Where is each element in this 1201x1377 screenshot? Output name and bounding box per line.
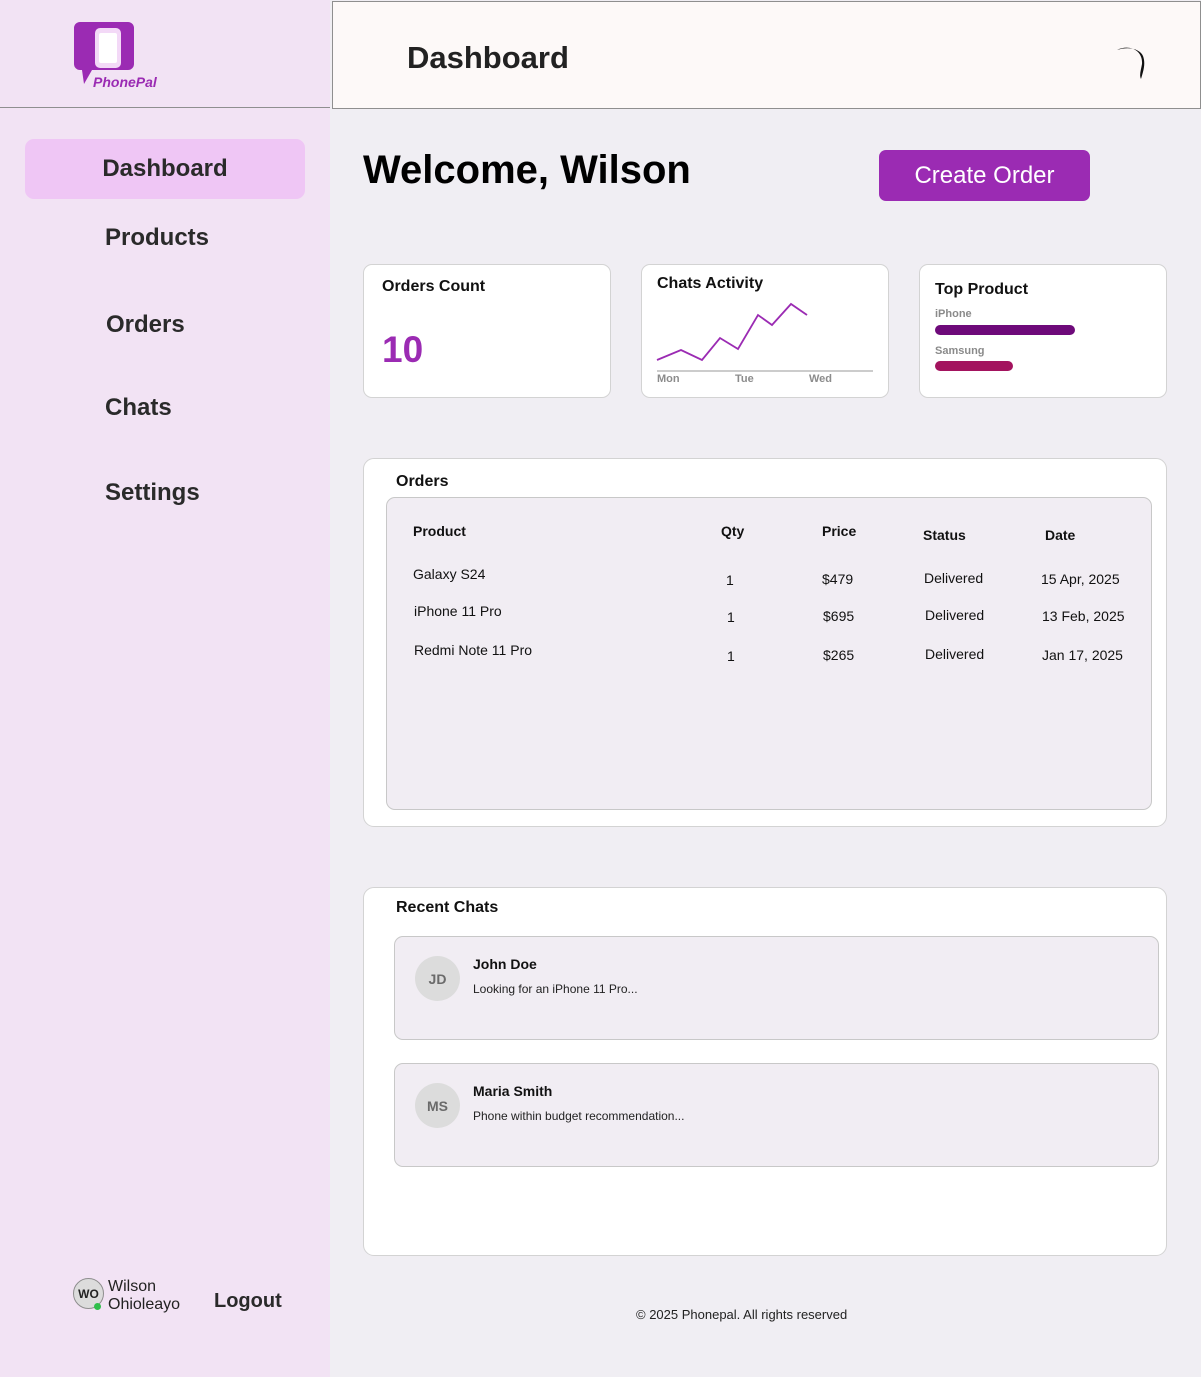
- logout-button[interactable]: Logout: [214, 1290, 282, 1313]
- footer-copyright: © 2025 Phonepal. All rights reserved: [636, 1307, 848, 1322]
- cell-product: Galaxy S24: [413, 566, 486, 582]
- online-status-indicator: [94, 1303, 101, 1310]
- chat-contact-name: Maria Smith: [473, 1083, 553, 1099]
- cell-qty: 1: [727, 648, 735, 664]
- logo-area: PhonePal: [0, 0, 330, 108]
- avatar: JD: [415, 956, 460, 1001]
- top-header: Dashboard: [332, 1, 1201, 109]
- page-title: Dashboard: [407, 40, 569, 75]
- chat-item-maria-smith[interactable]: MS Maria Smith Phone within budget recom…: [394, 1063, 1159, 1167]
- sidebar: PhonePal Dashboard Products Orders Chats…: [0, 0, 330, 1377]
- top-product-title: Top Product: [935, 281, 1029, 298]
- avatar: MS: [415, 1083, 460, 1128]
- cell-date: Jan 17, 2025: [1042, 647, 1123, 663]
- orders-count-card: Orders Count 10: [363, 264, 611, 398]
- bar-label-iphone: iPhone: [935, 308, 972, 320]
- axis-label-mon: Mon: [657, 373, 680, 385]
- cell-price: $265: [823, 647, 855, 663]
- cell-product: iPhone 11 Pro: [414, 603, 502, 619]
- bar-iphone: [935, 325, 1075, 335]
- bar-label-samsung: Samsung: [935, 345, 985, 357]
- cell-status: Delivered: [924, 570, 984, 586]
- moon-icon[interactable]: [1113, 42, 1153, 82]
- orders-panel: Orders Product Qty Price Status Date Gal…: [363, 458, 1167, 827]
- top-product-card: Top Product iPhone Samsung: [919, 264, 1167, 398]
- bar-samsung: [935, 361, 1013, 371]
- cell-price: $695: [823, 608, 855, 624]
- cell-qty: 1: [727, 609, 735, 625]
- chat-item-john-doe[interactable]: JD John Doe Looking for an iPhone 11 Pro…: [394, 936, 1159, 1040]
- column-header-qty: Qty: [721, 523, 745, 539]
- column-header-status: Status: [923, 527, 966, 543]
- sidebar-item-orders[interactable]: Orders: [106, 311, 185, 339]
- sidebar-item-chats[interactable]: Chats: [105, 394, 172, 422]
- brand-name: PhonePal: [93, 74, 157, 90]
- orders-count-title: Orders Count: [382, 278, 486, 295]
- axis-label-tue: Tue: [735, 373, 754, 385]
- sidebar-item-dashboard[interactable]: Dashboard: [25, 139, 305, 199]
- user-last-name: Ohioleayo: [108, 1296, 181, 1313]
- sidebar-item-products[interactable]: Products: [105, 224, 209, 252]
- chat-message-preview: Looking for an iPhone 11 Pro...: [473, 982, 638, 996]
- chat-message-preview: Phone within budget recommendation...: [473, 1109, 685, 1123]
- sidebar-item-settings[interactable]: Settings: [105, 479, 200, 507]
- axis-label-wed: Wed: [809, 373, 833, 385]
- cell-price: $479: [822, 571, 854, 587]
- cell-status: Delivered: [925, 646, 985, 662]
- chats-activity-card: Chats Activity Mon Tue Wed: [641, 264, 889, 398]
- column-header-date: Date: [1045, 527, 1076, 543]
- column-header-price: Price: [822, 523, 857, 539]
- column-header-product: Product: [413, 523, 466, 539]
- recent-chats-panel: Recent Chats JD John Doe Looking for an …: [363, 887, 1167, 1256]
- user-first-name: Wilson: [108, 1278, 157, 1295]
- cell-status: Delivered: [925, 607, 985, 623]
- cell-qty: 1: [726, 572, 734, 588]
- cell-product: Redmi Note 11 Pro: [414, 642, 533, 658]
- orders-count-value: 10: [382, 329, 424, 370]
- cell-date: 15 Apr, 2025: [1041, 571, 1120, 587]
- create-order-button[interactable]: Create Order: [879, 150, 1090, 201]
- chat-contact-name: John Doe: [473, 956, 537, 972]
- orders-table: Product Qty Price Status Date Galaxy S24…: [386, 497, 1152, 810]
- cell-date: 13 Feb, 2025: [1042, 608, 1125, 624]
- orders-panel-title: Orders: [396, 473, 449, 490]
- welcome-heading: Welcome, Wilson: [363, 148, 691, 192]
- recent-chats-title: Recent Chats: [396, 899, 499, 916]
